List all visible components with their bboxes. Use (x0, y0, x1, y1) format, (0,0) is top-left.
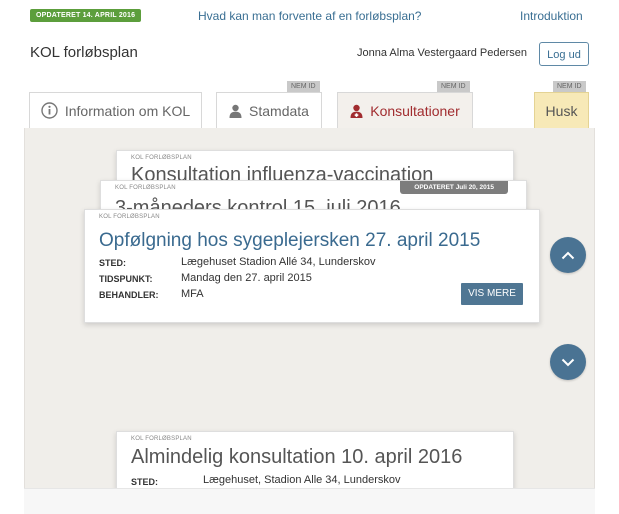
card-tag: KOL FORLØBSPLAN (131, 155, 192, 161)
tab-konsultationer[interactable]: Konsultationer (337, 92, 473, 128)
logout-button[interactable]: Log ud (539, 42, 589, 66)
expectations-link[interactable]: Hvad kan man forvente af en forløbsplan? (198, 9, 421, 23)
chevron-up-icon (561, 251, 575, 259)
consultation-card-main: KOL FORLØBSPLAN Opfølgning hos sygepleje… (84, 209, 540, 323)
chevron-down-icon (561, 358, 575, 366)
practitioner-value: MFA (181, 288, 204, 300)
user-name: Jonna Alma Vestergaard Pedersen (357, 47, 528, 59)
app-title: KOL forløbsplan (30, 44, 138, 61)
nemid-label-konsultationer: NEM ID (437, 81, 470, 92)
card-title: Opfølgning hos sygeplejersken 27. april … (99, 230, 481, 251)
tab-stamdata[interactable]: Stamdata (216, 92, 322, 128)
time-label: TIDSPUNKT: (99, 274, 153, 284)
card-tag: KOL FORLØBSPLAN (99, 214, 160, 220)
nemid-label-husk: NEM ID (553, 81, 586, 92)
location-value: Lægehuset Stadion Allé 34, Lunderskov (181, 256, 376, 268)
card-tag: KOL FORLØBSPLAN (131, 436, 192, 442)
card-tag: KOL FORLØBSPLAN (115, 185, 176, 191)
location-label: STED: (131, 477, 158, 487)
card-title: Almindelig konsultation 10. april 2016 (131, 446, 463, 468)
time-value: Mandag den 27. april 2015 (181, 272, 312, 284)
tab-label: Information om KOL (64, 102, 191, 119)
scroll-down-button[interactable] (550, 344, 586, 380)
nemid-label-stamdata: NEM ID (287, 81, 320, 92)
show-more-button[interactable]: VIS MERE (461, 283, 523, 305)
location-label: STED: (99, 258, 126, 268)
person-icon (229, 104, 242, 118)
tab-label: Husk (545, 102, 578, 119)
introduction-link[interactable]: Introduktion (520, 9, 583, 23)
tab-label: Konsultationer (370, 102, 460, 119)
updated-badge: OPDATERET 14. APRIL 2016 (30, 9, 142, 22)
practitioner-label: BEHANDLER: (99, 290, 159, 300)
scroll-up-button[interactable] (550, 237, 586, 273)
doctor-icon (350, 104, 363, 118)
info-icon (41, 102, 58, 119)
updated-tag: OPDATERET Juli 20, 2015 (400, 181, 508, 194)
tab-information-om-kol[interactable]: Information om KOL (29, 92, 202, 128)
page-footer (24, 488, 595, 514)
tab-label: Stamdata (249, 102, 309, 119)
consultation-card-almindelig[interactable]: KOL FORLØBSPLAN Almindelig konsultation … (116, 431, 514, 491)
tab-husk[interactable]: Husk (534, 92, 589, 128)
location-value: Lægehuset, Stadion Alle 34, Lunderskov (203, 474, 401, 486)
